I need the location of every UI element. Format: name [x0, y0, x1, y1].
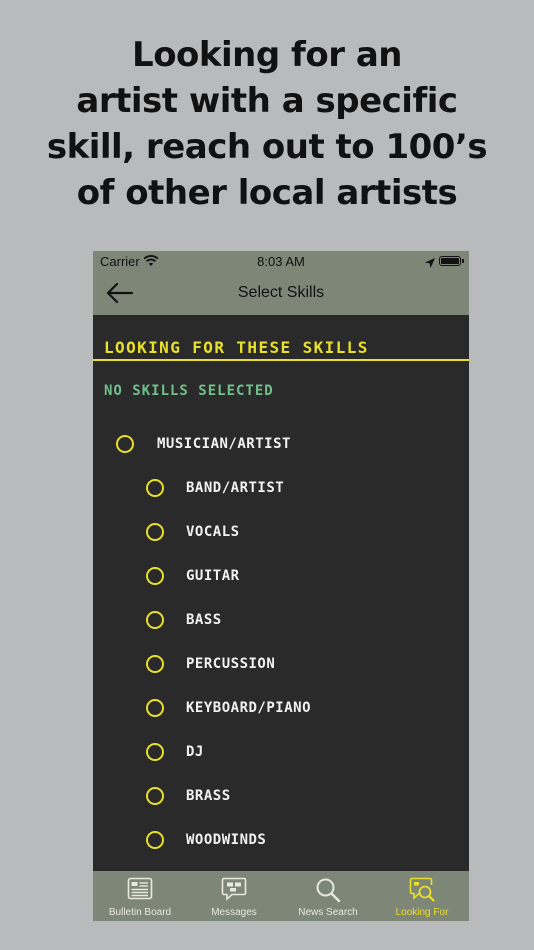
radio-button[interactable] — [146, 831, 164, 849]
skill-label: VOCALS — [186, 524, 240, 540]
skill-row[interactable]: VOCALS — [146, 521, 446, 551]
tab-messages[interactable]: Messages — [187, 871, 281, 921]
bulletin-board-icon — [127, 877, 153, 900]
status-time: 8:03 AM — [257, 254, 305, 269]
skill-row[interactable]: DJ — [146, 741, 446, 771]
skill-label: DJ — [186, 744, 204, 760]
headline-line: of other local artists — [76, 173, 458, 213]
skill-label: PERCUSSION — [186, 656, 276, 672]
skill-row-parent[interactable]: MUSICIAN/ARTIST — [116, 433, 446, 463]
skill-row[interactable]: KEYBOARD/PIANO — [146, 697, 446, 727]
tab-label: News Search — [298, 907, 358, 918]
radio-button[interactable] — [146, 787, 164, 805]
skill-row[interactable]: BASS — [146, 609, 446, 639]
skill-row[interactable]: GUITAR — [146, 565, 446, 595]
navigation-bar: Select Skills — [93, 273, 469, 315]
radio-button[interactable] — [146, 699, 164, 717]
radio-button[interactable] — [146, 567, 164, 585]
tab-label: Looking For — [395, 907, 449, 918]
tab-label: Messages — [211, 907, 257, 918]
skill-label: BAND/ARTIST — [186, 480, 285, 496]
looking-for-icon — [409, 877, 435, 902]
tab-bar: Bulletin Board Messages News Search Look… — [93, 871, 469, 921]
phone-screen: Carrier 8:03 AM Select Skills LOOKING FO… — [93, 251, 469, 921]
status-bar: Carrier 8:03 AM — [93, 251, 469, 273]
skill-label: WOODWINDS — [186, 832, 267, 848]
skill-label: MUSICIAN/ARTIST — [157, 436, 291, 452]
tab-bulletin-board[interactable]: Bulletin Board — [93, 871, 187, 921]
radio-button[interactable] — [146, 523, 164, 541]
skill-label: BRASS — [186, 788, 231, 804]
headline-line: Looking for an — [132, 35, 402, 75]
radio-button[interactable] — [146, 743, 164, 761]
skill-row[interactable]: WOODWINDS — [146, 829, 446, 859]
radio-button[interactable] — [146, 611, 164, 629]
skill-label: GUITAR — [186, 568, 240, 584]
battery-icon — [439, 256, 461, 266]
section-heading: LOOKING FOR THESE SKILLS — [104, 338, 369, 357]
headline-line: skill, reach out to 100’s — [46, 127, 488, 167]
tab-news-search[interactable]: News Search — [281, 871, 375, 921]
skill-row[interactable]: BAND/ARTIST — [146, 477, 446, 507]
battery-tip — [462, 259, 464, 263]
skill-label: BASS — [186, 612, 222, 628]
skill-row[interactable]: PERCUSSION — [146, 653, 446, 683]
radio-button[interactable] — [146, 479, 164, 497]
headline-line: artist with a specific — [76, 81, 458, 121]
radio-button[interactable] — [146, 655, 164, 673]
tab-looking-for[interactable]: Looking For — [375, 871, 469, 921]
radio-button[interactable] — [116, 435, 134, 453]
empty-state-text: NO SKILLS SELECTED — [104, 383, 274, 399]
promo-headline: Looking for an artist with a specific sk… — [0, 32, 534, 216]
section-divider — [93, 359, 469, 361]
tab-label: Bulletin Board — [108, 907, 172, 918]
skill-row[interactable]: BRASS — [146, 785, 446, 815]
location-arrow-icon — [425, 256, 435, 271]
skill-label: KEYBOARD/PIANO — [186, 700, 312, 716]
page-title: Select Skills — [237, 284, 325, 301]
messages-icon — [221, 877, 247, 901]
search-icon — [316, 878, 341, 903]
